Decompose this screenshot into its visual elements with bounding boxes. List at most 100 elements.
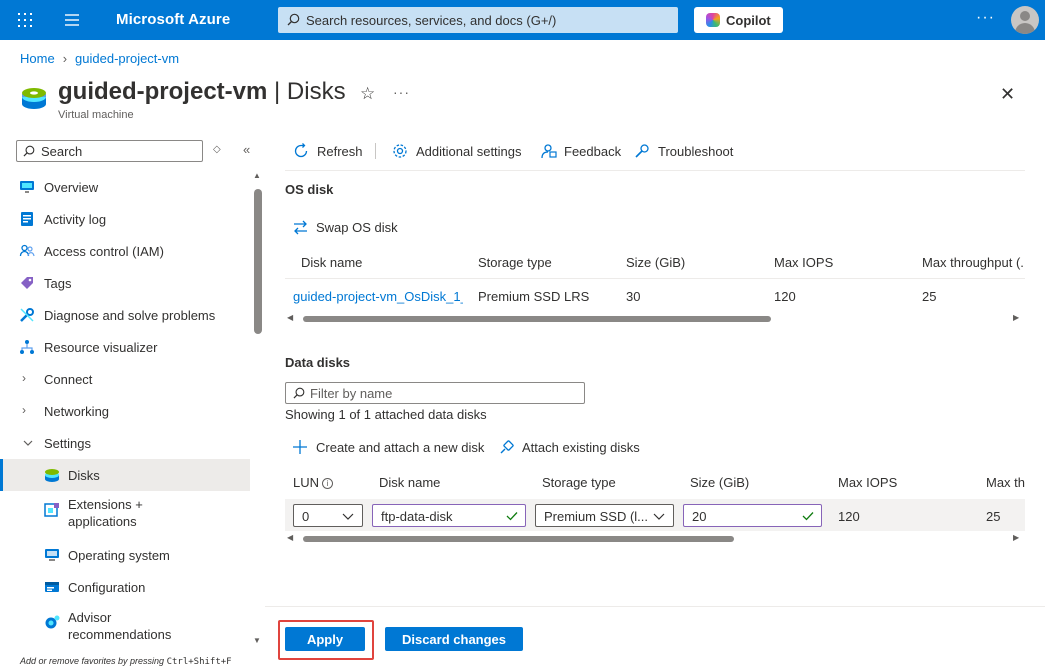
copilot-button[interactable]: Copilot bbox=[694, 7, 783, 33]
sidebar-scrollbar[interactable]: ▲ ▼ bbox=[253, 171, 262, 646]
sidebar-scroll-thumb[interactable] bbox=[254, 189, 262, 334]
sidebar-item-resource-visualizer[interactable]: Resource visualizer bbox=[0, 331, 250, 363]
os-col-max-throughput[interactable]: Max throughput (. bbox=[922, 255, 1025, 270]
scroll-right-icon[interactable]: ▶ bbox=[1013, 313, 1019, 322]
data-col-max-throughput[interactable]: Max th bbox=[986, 475, 1025, 490]
sidebar-item-label-line2: applications bbox=[68, 514, 137, 529]
discard-changes-button[interactable]: Discard changes bbox=[385, 627, 523, 651]
info-icon[interactable]: i bbox=[322, 478, 334, 489]
collapse-sidebar-icon[interactable]: « bbox=[243, 142, 250, 157]
storage-type-select[interactable]: Premium SSD (l... bbox=[535, 504, 674, 527]
storage-type-value: Premium SSD (l... bbox=[544, 509, 649, 524]
breadcrumb-vm[interactable]: guided-project-vm bbox=[75, 51, 179, 66]
disk-icon bbox=[45, 469, 59, 482]
footer-divider bbox=[265, 606, 1045, 607]
scroll-right-icon[interactable]: ▶ bbox=[1013, 533, 1019, 542]
data-col-size[interactable]: Size (GiB) bbox=[690, 475, 749, 490]
sidebar-item-overview[interactable]: Overview bbox=[0, 171, 250, 203]
refresh-button[interactable]: Refresh bbox=[292, 141, 372, 161]
page-title: guided-project-vm | Disks bbox=[58, 78, 346, 106]
checkmark-icon bbox=[802, 512, 814, 521]
os-disk-section-title: OS disk bbox=[285, 182, 334, 197]
sidebar-item-label: Diagnose and solve problems bbox=[44, 308, 216, 323]
os-col-size[interactable]: Size (GiB) bbox=[626, 255, 685, 270]
sidebar-item-disks[interactable]: Disks bbox=[0, 459, 250, 491]
favorite-star-icon[interactable]: ☆ bbox=[360, 84, 375, 104]
troubleshoot-button[interactable]: Troubleshoot bbox=[633, 141, 738, 161]
monitor-icon bbox=[20, 181, 34, 193]
favorites-hint-text: Add or remove favorites by pressing bbox=[20, 656, 167, 666]
global-search-input[interactable] bbox=[306, 10, 666, 30]
feedback-icon bbox=[541, 144, 557, 159]
menu-icon[interactable] bbox=[64, 12, 80, 28]
avatar[interactable] bbox=[1011, 6, 1039, 34]
size-value: 20 bbox=[692, 509, 707, 524]
create-attach-disk-button[interactable]: Create and attach a new disk bbox=[292, 438, 487, 458]
data-table-hscrollbar[interactable]: ◀ ▶ bbox=[287, 533, 1023, 544]
global-search[interactable] bbox=[278, 7, 678, 33]
size-input[interactable]: 20 bbox=[683, 504, 822, 527]
sort-icon[interactable]: ◇ bbox=[213, 144, 221, 155]
data-disk-filter[interactable] bbox=[285, 382, 585, 404]
os-col-max-iops[interactable]: Max IOPS bbox=[774, 255, 833, 270]
apply-button[interactable]: Apply bbox=[285, 627, 365, 651]
data-col-max-iops[interactable]: Max IOPS bbox=[838, 475, 897, 490]
search-icon bbox=[23, 145, 35, 157]
sidebar-search-input[interactable] bbox=[41, 142, 196, 160]
os-col-storage-type[interactable]: Storage type bbox=[478, 255, 552, 270]
lun-select-value: 0 bbox=[302, 509, 310, 524]
checkmark-icon bbox=[506, 512, 518, 521]
sidebar-item-configuration[interactable]: Configuration bbox=[0, 571, 250, 603]
scroll-up-icon[interactable]: ▲ bbox=[253, 171, 261, 180]
sidebar-item-tags[interactable]: Tags bbox=[0, 267, 250, 299]
os-table-hscrollbar[interactable]: ◀ ▶ bbox=[287, 313, 1023, 324]
sidebar-search[interactable] bbox=[16, 140, 203, 162]
sidebar-item-diagnose[interactable]: Diagnose and solve problems bbox=[0, 299, 250, 331]
os-disk-name-link[interactable]: guided-project-vm_OsDisk_1_ bbox=[293, 289, 463, 304]
data-table-scroll-thumb[interactable] bbox=[303, 536, 734, 542]
disk-name-input[interactable]: ftp-data-disk bbox=[372, 504, 526, 527]
swap-os-disk-label: Swap OS disk bbox=[316, 220, 398, 235]
attach-existing-disks-button[interactable]: Attach existing disks bbox=[498, 438, 643, 458]
attach-icon bbox=[500, 440, 514, 454]
close-icon[interactable]: ✕ bbox=[1000, 84, 1015, 105]
sidebar-item-operating-system[interactable]: Operating system bbox=[0, 539, 250, 571]
sidebar-item-activity-log[interactable]: Activity log bbox=[0, 203, 250, 235]
swap-os-disk-button[interactable]: Swap OS disk bbox=[292, 218, 402, 238]
additional-settings-button[interactable]: Additional settings bbox=[391, 141, 531, 161]
sidebar-item-connect[interactable]: › Connect bbox=[0, 363, 250, 395]
more-icon[interactable]: ··· bbox=[976, 9, 995, 27]
data-col-lun-label: LUN bbox=[293, 475, 320, 490]
data-col-disk-name[interactable]: Disk name bbox=[379, 475, 440, 490]
lun-select[interactable]: 0 bbox=[293, 504, 363, 527]
sidebar-item-label-line1: Extensions + bbox=[68, 497, 143, 512]
sidebar-item-extensions[interactable]: Extensions + applications bbox=[0, 491, 250, 529]
data-col-storage-type[interactable]: Storage type bbox=[542, 475, 616, 490]
app-launcher-icon[interactable] bbox=[17, 12, 33, 28]
sidebar-item-access-control[interactable]: Access control (IAM) bbox=[0, 235, 250, 267]
os-table-scroll-thumb[interactable] bbox=[303, 316, 771, 322]
page-subtitle: Virtual machine bbox=[58, 109, 134, 121]
sidebar-item-label: Access control (IAM) bbox=[44, 244, 164, 259]
search-icon bbox=[293, 387, 305, 399]
sidebar-item-advisor[interactable]: Advisor recommendations bbox=[0, 603, 250, 642]
os-col-disk-name[interactable]: Disk name bbox=[301, 255, 362, 270]
data-col-lun[interactable]: LUN i bbox=[293, 475, 334, 490]
sidebar-item-label: Connect bbox=[44, 372, 93, 387]
avatar-head-icon bbox=[1020, 11, 1030, 21]
copilot-label: Copilot bbox=[726, 13, 771, 28]
sidebar-item-networking[interactable]: › Networking bbox=[0, 395, 250, 427]
brand-title[interactable]: Microsoft Azure bbox=[116, 11, 230, 28]
title-more-icon[interactable]: ··· bbox=[393, 84, 410, 100]
breadcrumb-home[interactable]: Home bbox=[20, 51, 55, 66]
scroll-left-icon[interactable]: ◀ bbox=[287, 533, 293, 542]
chevron-down-icon bbox=[653, 513, 665, 520]
sidebar-item-label: Extensions + applications bbox=[68, 496, 143, 530]
scroll-left-icon[interactable]: ◀ bbox=[287, 313, 293, 322]
feedback-button[interactable]: Feedback bbox=[539, 141, 624, 161]
sidebar-item-settings[interactable]: Settings bbox=[0, 427, 250, 459]
create-attach-disk-label: Create and attach a new disk bbox=[316, 440, 485, 455]
data-disk-filter-input[interactable] bbox=[310, 384, 580, 402]
chevron-right-icon: › bbox=[62, 51, 68, 66]
scroll-down-icon[interactable]: ▼ bbox=[253, 636, 261, 645]
